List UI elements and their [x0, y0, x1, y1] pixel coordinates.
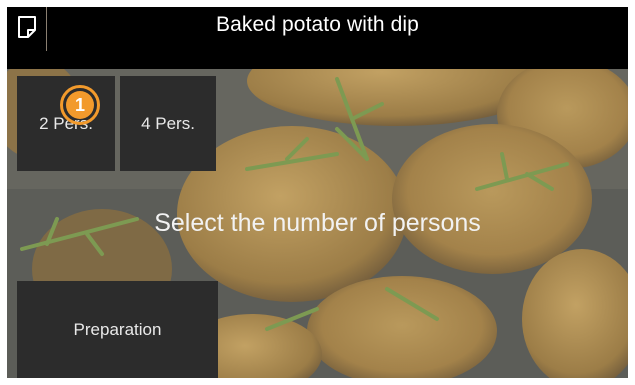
- persons-prompt: Select the number of persons: [154, 209, 481, 237]
- callout-number: 1: [66, 91, 94, 119]
- preparation-button[interactable]: Preparation: [17, 281, 218, 378]
- persons-option-label: 4 Pers.: [141, 113, 195, 133]
- recipe-title: Baked potato with dip: [216, 13, 419, 36]
- callout-marker: 1: [60, 85, 100, 125]
- top-bar: Baked potato with dip: [7, 7, 628, 69]
- preparation-label: Preparation: [73, 319, 162, 339]
- persons-option-4[interactable]: 4 Pers.: [120, 76, 216, 171]
- app-screen: Baked potato with dip 2 Pers. 4 Pers. Se…: [7, 7, 628, 378]
